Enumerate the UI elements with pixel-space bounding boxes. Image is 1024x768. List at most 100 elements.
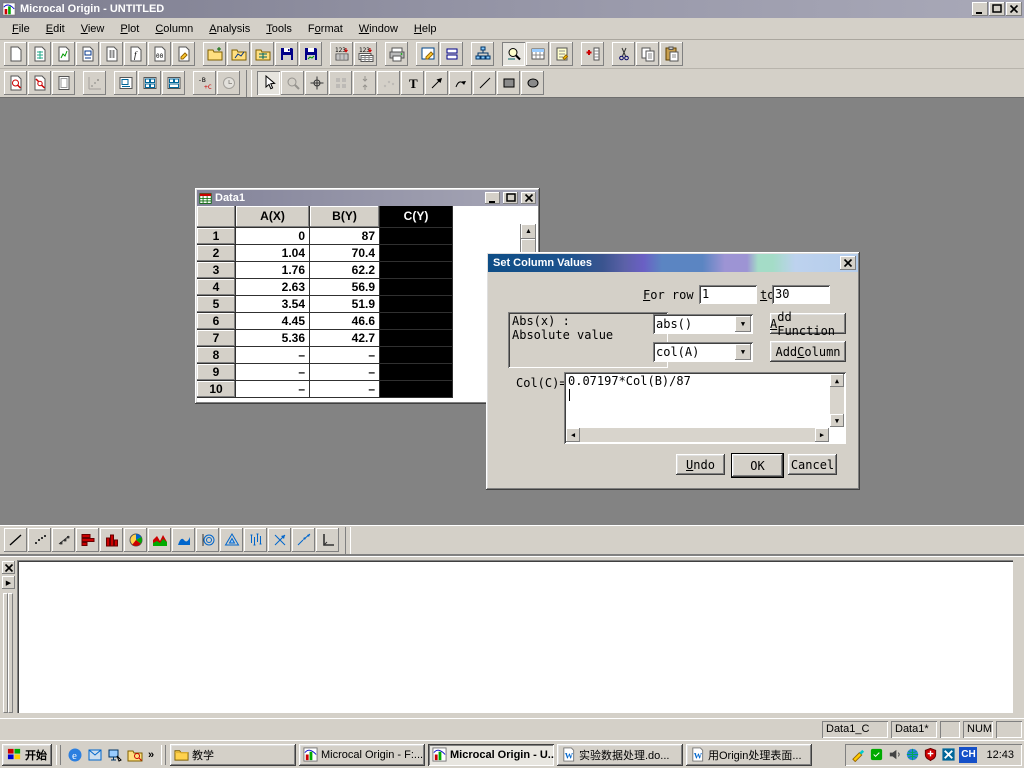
row-number[interactable]: 9 [197,364,236,381]
dialog-titlebar[interactable]: Set Column Values [488,254,858,272]
cell-c-selected[interactable] [380,313,453,330]
cell-a[interactable]: – [236,381,310,398]
cell-b[interactable]: – [310,364,380,381]
arrow-tool-button[interactable] [425,71,448,95]
column-header-C(Y)[interactable]: C(Y) [380,206,453,228]
function-combobox[interactable]: abs() ▼ [653,314,753,334]
taskbar-task[interactable]: Microcal Origin - F:... [299,744,425,766]
new-project-button[interactable] [4,42,27,66]
copy-button[interactable] [636,42,659,66]
menu-tools[interactable]: Tools [258,20,300,38]
cell-b[interactable]: 87 [310,228,380,245]
cell-a[interactable]: 0 [236,228,310,245]
scroll-right-icon[interactable]: ▶ [815,428,829,442]
ok-button[interactable]: OK [731,453,784,478]
cell-c-selected[interactable] [380,279,453,296]
zoom-out-graph-button[interactable] [28,71,51,95]
worksheet-titlebar[interactable]: Data1 [197,190,538,206]
row-number[interactable]: 4 [197,279,236,296]
close-icon[interactable] [1006,2,1022,16]
formula-vscrollbar[interactable]: ▲ ▼ [830,374,844,427]
script-pane-grip[interactable] [8,593,13,713]
cell-c-selected[interactable] [380,347,453,364]
row-from-input[interactable]: 1 [699,285,757,304]
ql-desktop-icon[interactable] [105,745,125,765]
layout-single-button[interactable] [114,71,137,95]
add-column-button[interactable]: Add Column [770,341,846,362]
cut-button[interactable] [612,42,635,66]
ql-ie-icon[interactable]: e [65,745,85,765]
cell-a[interactable]: 5.36 [236,330,310,347]
scroll-up-icon[interactable]: ▲ [521,224,536,239]
results-log-button[interactable] [550,42,573,66]
script-close-icon[interactable] [2,561,15,574]
cell-b[interactable]: – [310,347,380,364]
curve-tool-button[interactable] [449,71,472,95]
language-indicator[interactable]: CH [959,747,977,763]
new-matrix-button[interactable] [100,42,123,66]
format-edit-button[interactable] [416,42,439,66]
new-function-button[interactable]: f [124,42,147,66]
line-symbol-plot-button[interactable] [52,528,75,552]
row-number[interactable]: 7 [197,330,236,347]
cell-b[interactable]: 70.4 [310,245,380,262]
cell-b[interactable]: 42.7 [310,330,380,347]
new-notes-button[interactable] [172,42,195,66]
cell-b[interactable]: 46.6 [310,313,380,330]
ql-outlook-icon[interactable] [85,745,105,765]
cell-b[interactable]: 62.2 [310,262,380,279]
menu-analysis[interactable]: Analysis [201,20,258,38]
column-plot-button[interactable] [100,528,123,552]
data-reader-button[interactable] [305,71,328,95]
cell-c-selected[interactable] [380,330,453,347]
row-number[interactable]: 8 [197,347,236,364]
row-number[interactable]: 1 [197,228,236,245]
tray-globe-icon[interactable] [905,747,920,762]
taskbar-task[interactable]: W用Origin处理表面... [686,744,812,766]
menu-column[interactable]: Column [147,20,201,38]
script-expand-icon[interactable]: ▶ [2,576,15,589]
chevron-right-icon[interactable]: » [145,745,157,765]
minimize-icon[interactable] [972,2,988,16]
axes-plot-button[interactable] [316,528,339,552]
pie-plot-button[interactable] [124,528,147,552]
corner-cell[interactable] [197,206,236,228]
cell-c-selected[interactable] [380,364,453,381]
cell-b[interactable]: 56.9 [310,279,380,296]
tray-office-icon[interactable] [941,747,956,762]
ql-search-icon[interactable] [125,745,145,765]
cell-a[interactable]: – [236,364,310,381]
import-multiple-button[interactable]: 123 [354,42,377,66]
new-layout-button[interactable] [76,42,99,66]
cell-a[interactable]: – [236,347,310,364]
row-to-input[interactable]: 30 [772,285,830,304]
formula-textarea[interactable]: 0.07197*Col(B)/87 ▲ ▼ ◀ ▶ [564,372,846,444]
scatter-plot-button[interactable] [28,528,51,552]
menu-edit[interactable]: Edit [38,20,73,38]
scroll-down-icon[interactable]: ▼ [830,414,844,427]
row-number[interactable]: 3 [197,262,236,279]
row-number[interactable]: 6 [197,313,236,330]
menu-plot[interactable]: Plot [112,20,147,38]
cancel-button[interactable]: Cancel [788,454,837,475]
cell-c-selected[interactable] [380,296,453,313]
ellipse-tool-button[interactable] [521,71,544,95]
import-ascii-button[interactable]: 123 [330,42,353,66]
scroll-left-icon[interactable]: ◀ [566,428,580,442]
tray-green-icon[interactable] [869,747,884,762]
taskbar-task[interactable]: 教学 [170,744,296,766]
dialog-close-icon[interactable] [840,256,856,270]
cell-c-selected[interactable] [380,245,453,262]
scroll-thumb[interactable] [521,239,536,253]
line-plot-button[interactable] [4,528,27,552]
row-number[interactable]: 10 [197,381,236,398]
area-plot-button[interactable] [148,528,171,552]
add-function-button[interactable]: Add Function [770,313,846,334]
paste-button[interactable] [660,42,683,66]
ternary-plot-button[interactable] [220,528,243,552]
high-low-plot-button[interactable] [244,528,267,552]
row-number[interactable]: 2 [197,245,236,262]
save-project-button[interactable] [275,42,298,66]
script-window-content[interactable] [17,560,1013,713]
layout-quad-button[interactable] [138,71,161,95]
